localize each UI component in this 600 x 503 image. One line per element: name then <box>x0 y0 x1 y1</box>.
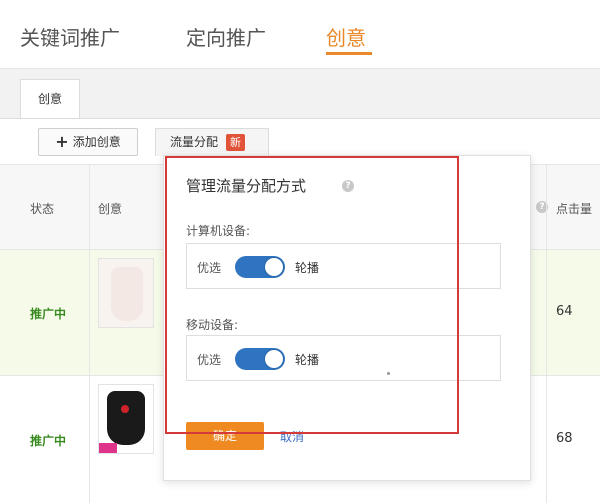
plus-icon: + <box>55 132 69 151</box>
status-text: 推广中 <box>30 434 67 448</box>
add-creative-button[interactable]: + 添加创意 <box>38 128 138 156</box>
mobile-allocation-toggle[interactable] <box>235 348 285 370</box>
sub-tab-bar <box>0 68 600 118</box>
dress-image <box>111 267 143 321</box>
creative-thumbnail[interactable] <box>98 258 154 328</box>
confirm-button[interactable]: 确定 <box>186 422 264 450</box>
column-header-clicks: 点击量 <box>556 202 593 216</box>
toggle-knob <box>265 258 283 276</box>
new-badge: 新 <box>226 134 246 151</box>
column-divider <box>546 164 547 503</box>
tab-targeted-promotion[interactable]: 定向推广 <box>186 22 266 51</box>
tab-keyword-promotion[interactable]: 关键词推广 <box>20 22 120 51</box>
column-divider <box>89 164 90 503</box>
computer-allocation-toggle[interactable] <box>235 256 285 278</box>
help-icon[interactable]: ? <box>342 180 354 192</box>
sub-tab-creative[interactable]: 创意 <box>20 79 80 119</box>
preferred-option-label: 优选 <box>197 353 222 367</box>
mobile-device-option: 优选 轮播 <box>186 335 501 381</box>
rotation-option-label: 轮播 <box>295 261 320 275</box>
add-creative-label: 添加创意 <box>72 135 121 149</box>
computer-device-option: 优选 轮播 <box>186 243 501 289</box>
cancel-link[interactable]: 取消 <box>280 428 304 445</box>
tab-creative[interactable]: 创意 <box>326 22 366 51</box>
popup-title: 管理流量分配方式 <box>186 177 307 195</box>
active-tab-underline <box>326 52 372 55</box>
promo-tag <box>99 443 117 453</box>
dress-image <box>107 391 145 445</box>
toggle-knob <box>265 350 283 368</box>
column-header-creative: 创意 <box>98 202 123 216</box>
creative-thumbnail[interactable] <box>98 384 154 454</box>
preferred-option-label: 优选 <box>197 261 222 275</box>
mobile-device-label: 移动设备: <box>186 318 239 332</box>
traffic-allocation-label: 流量分配 <box>170 135 219 149</box>
rotation-option-label: 轮播 <box>295 353 320 367</box>
click-count: 64 <box>556 304 573 319</box>
top-tab-bar: 关键词推广 定向推广 创意 <box>0 0 600 68</box>
click-count: 68 <box>556 431 573 446</box>
cursor-dot <box>387 372 390 375</box>
status-text: 推广中 <box>30 307 67 321</box>
column-header-status: 状态 <box>30 202 55 216</box>
bow-decoration <box>121 405 129 413</box>
traffic-allocation-button[interactable]: 流量分配新 <box>155 128 269 156</box>
computer-device-label: 计算机设备: <box>186 224 251 238</box>
